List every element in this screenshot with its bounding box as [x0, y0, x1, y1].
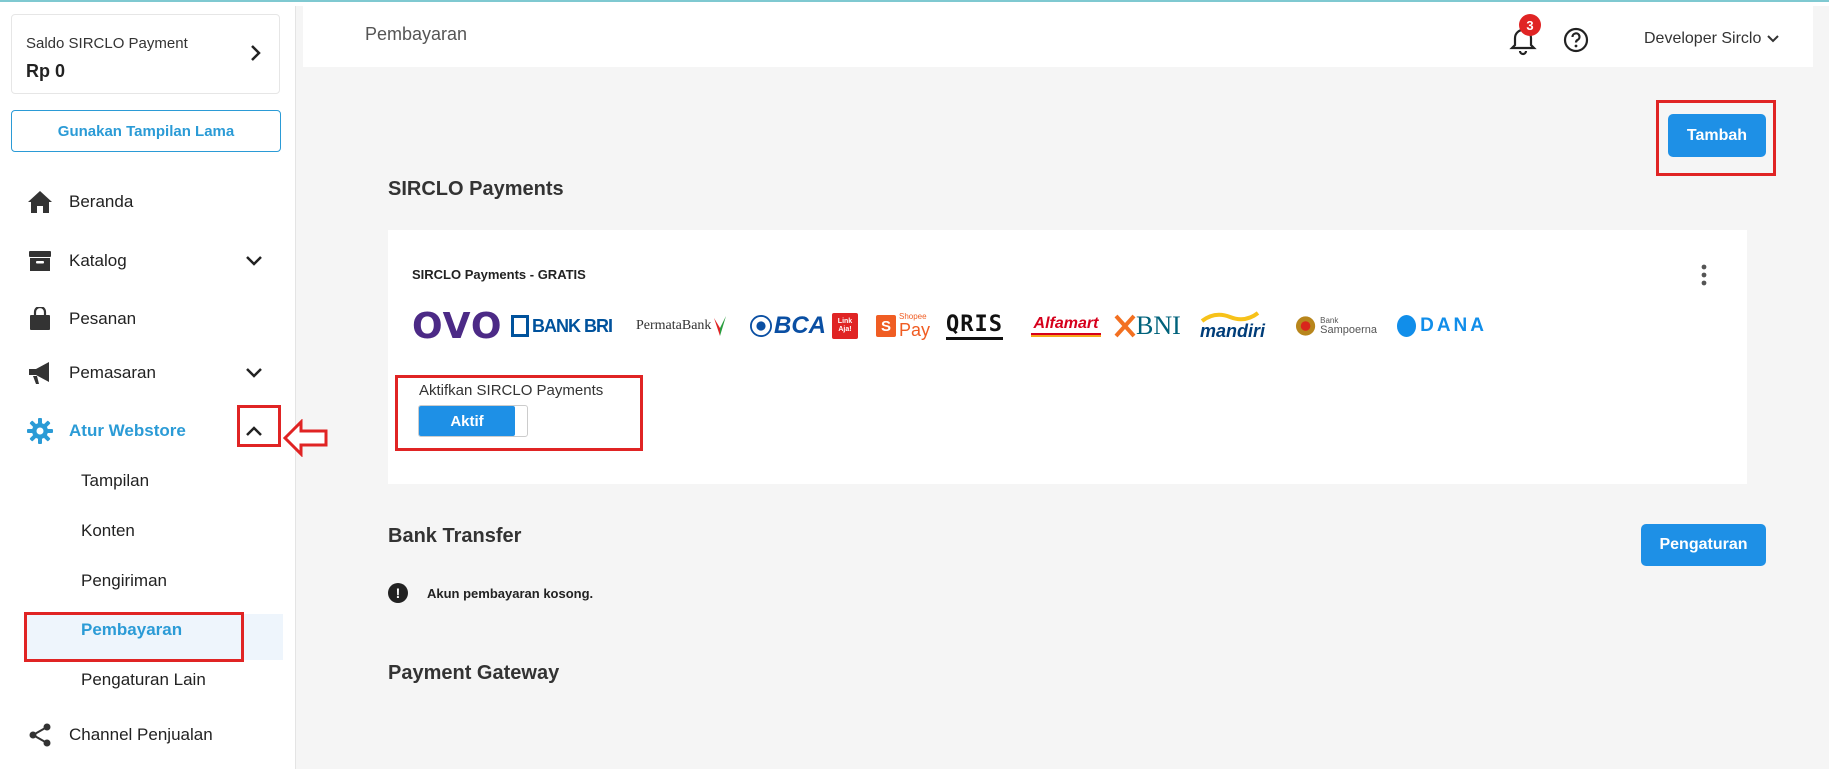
card-title: SIRCLO Payments - GRATIS	[412, 267, 586, 282]
section-title-bank-transfer: Bank Transfer	[388, 525, 522, 547]
bri-logo: BANK BRI	[511, 308, 621, 344]
alfamart-logo: Alfamart	[1030, 308, 1102, 344]
highlight-box	[24, 612, 244, 662]
highlight-box	[237, 405, 281, 447]
permatabank-logo: PermataBank	[636, 308, 736, 344]
nav-label: Channel Penjualan	[69, 725, 213, 744]
dana-logo: DANA	[1397, 308, 1487, 344]
saldo-label: Saldo SIRCLO Payment	[26, 35, 188, 52]
more-options-icon[interactable]	[1701, 264, 1707, 286]
notification-badge: 3	[1519, 14, 1541, 36]
share-icon	[27, 722, 53, 748]
section-title-payment-gateway: Payment Gateway	[388, 662, 560, 684]
empty-state: ! Akun pembayaran kosong.	[388, 583, 593, 603]
linkaja-logo: Link Aja!	[832, 308, 860, 344]
sirclo-payments-card: SIRCLO Payments - GRATIS OVO BANK BRI Pe…	[388, 230, 1747, 484]
home-icon	[27, 189, 53, 215]
payment-logos: OVO BANK BRI PermataBank BCA Link Aja! S…	[412, 305, 1552, 347]
megaphone-icon	[27, 360, 53, 386]
bca-logo: BCA	[750, 308, 826, 344]
sub-item-pengiriman[interactable]: Pengiriman	[81, 571, 167, 591]
sub-item-pengaturan-lain[interactable]: Pengaturan Lain	[81, 670, 206, 690]
sirclo-payments-toggle[interactable]: Aktif	[418, 405, 528, 437]
bank-sampoerna-logo: Bank Sampoerna	[1295, 308, 1377, 344]
chevron-right-icon	[251, 45, 261, 61]
nav-label: Pemasaran	[69, 363, 156, 382]
arrow-left-icon	[283, 419, 328, 457]
saldo-value: Rp 0	[26, 61, 66, 81]
bag-icon	[27, 306, 53, 332]
ovo-logo: OVO	[412, 305, 503, 347]
page-title: Pembayaran	[365, 24, 468, 44]
chevron-down-icon[interactable]	[243, 250, 265, 272]
old-view-button[interactable]: Gunakan Tampilan Lama	[11, 110, 281, 152]
saldo-card[interactable]: Saldo SIRCLO Payment Rp 0	[11, 14, 280, 94]
pengaturan-button[interactable]: Pengaturan	[1641, 524, 1766, 566]
chevron-down-icon[interactable]	[243, 362, 265, 384]
qris-logo: QRIS	[946, 308, 1016, 344]
nav-label: Beranda	[69, 192, 134, 211]
alert-icon: !	[388, 583, 408, 603]
nav-label: Pesanan	[69, 309, 137, 328]
user-name: Developer Sirclo	[1644, 30, 1762, 47]
gear-icon	[27, 418, 53, 444]
nav-item-pemasaran[interactable]: Pemasaran	[0, 351, 296, 395]
nav-label: Katalog	[69, 251, 127, 270]
section-title-sirclo-payments: SIRCLO Payments	[388, 178, 564, 200]
toggle-state: Aktif	[419, 406, 515, 436]
chevron-down-icon	[1767, 35, 1780, 43]
sub-item-tampilan[interactable]: Tampilan	[81, 471, 149, 491]
toggle-label: Aktifkan SIRCLO Payments	[419, 382, 604, 399]
sidebar: Saldo SIRCLO Payment Rp 0 Gunakan Tampil…	[0, 6, 296, 769]
nav-label: Atur Webstore	[69, 421, 186, 440]
empty-message: Akun pembayaran kosong.	[427, 585, 594, 601]
sub-item-konten[interactable]: Konten	[81, 521, 135, 541]
nav-item-beranda[interactable]: Beranda	[0, 180, 296, 224]
shopeepay-logo: S Shopee Pay	[876, 308, 932, 344]
nav-item-pesanan[interactable]: Pesanan	[0, 297, 296, 341]
bni-logo: BNI	[1114, 308, 1186, 344]
nav-item-katalog[interactable]: Katalog	[0, 239, 296, 283]
help-icon[interactable]	[1562, 26, 1590, 54]
tambah-button[interactable]: Tambah	[1668, 114, 1766, 157]
box-icon	[27, 248, 53, 274]
mandiri-logo: mandiri	[1200, 308, 1282, 344]
header: Pembayaran 3 Developer Sirclo	[303, 6, 1813, 67]
user-menu[interactable]: Developer Sirclo	[1644, 30, 1780, 48]
nav-item-channel-penjualan[interactable]: Channel Penjualan	[0, 713, 296, 757]
